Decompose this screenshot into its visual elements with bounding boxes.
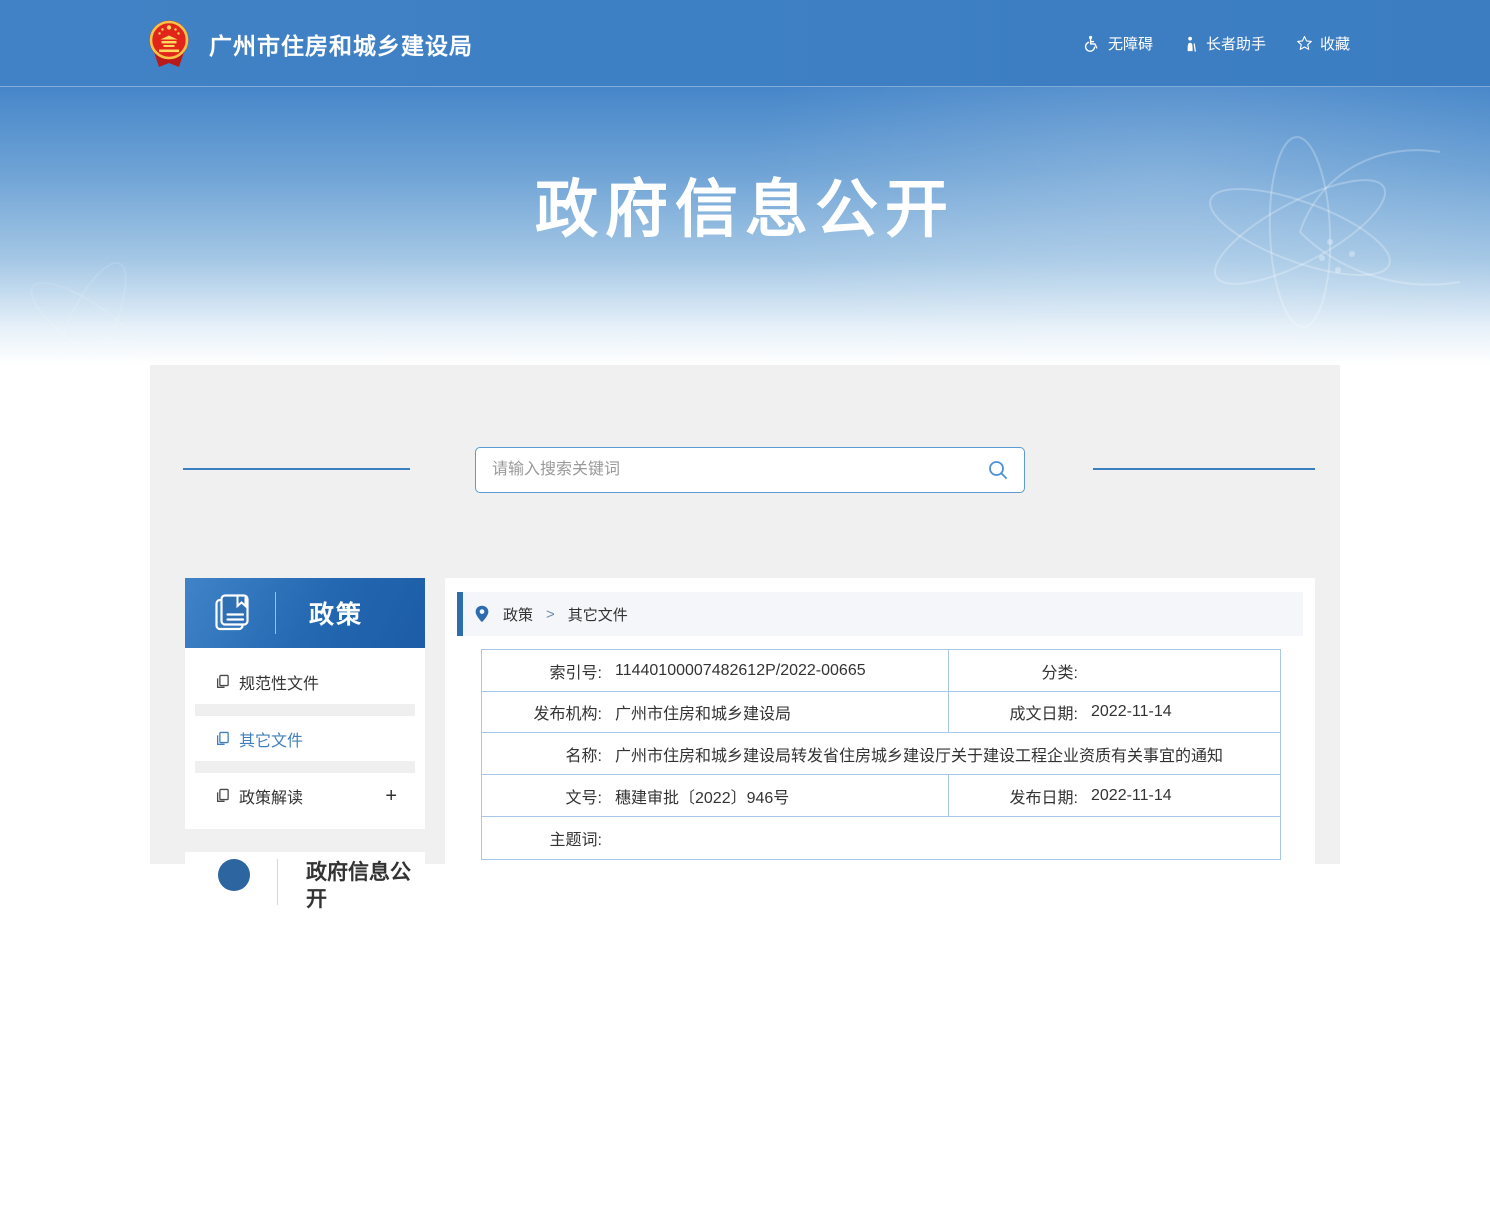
table-cell: 索引号: 11440100007482612P/2022-00665 [482,650,948,691]
document-icon [215,731,230,746]
search-button[interactable] [972,448,1024,492]
table-cell: 名称: 广州市住房和城乡建设局转发省住房城乡建设厅关于建设工程企业资质有关事宜的… [482,733,1280,774]
divider [195,704,415,716]
breadcrumb-accent-bar [457,592,463,636]
breadcrumb-item-current: 其它文件 [568,604,628,625]
field-value: 11440100007482612P/2022-00665 [602,662,866,680]
content-container: 政策 规范性文件 其它文件 [150,365,1340,864]
sidebar-section-gov-info[interactable]: 政府信息公开 [185,852,425,916]
field-label: 发布机构: [482,700,602,724]
table-cell: 成文日期: 2022-11-14 [948,692,1280,732]
divider [277,859,278,905]
site-brand[interactable]: 广州市住房和城乡建设局 [148,0,473,87]
sidebar-item-normative-documents[interactable]: 规范性文件 [195,659,415,704]
sidebar-item-label: 规范性文件 [239,670,319,694]
table-cell: 文号: 穗建审批〔2022〕946号 [482,775,948,816]
breadcrumb: 政策 > 其它文件 [457,592,1303,636]
sidebar-section-title: 政府信息公开 [306,859,418,914]
field-value: 2022-11-14 [1078,703,1172,721]
decorative-line-right [1093,468,1315,470]
star-icon [1296,35,1313,52]
table-row-index-number: 索引号: 11440100007482612P/2022-00665 分类: [482,650,1280,691]
elder-assistant-link[interactable]: 长者助手 [1183,33,1266,54]
breadcrumb-separator: > [546,606,555,623]
table-cell: 分类: [948,650,1280,691]
field-value: 广州市住房和城乡建设局 [602,700,791,724]
book-icon [210,591,254,635]
favorite-label: 收藏 [1320,33,1350,54]
field-label: 名称: [482,742,602,766]
table-cell: 发布日期: 2022-11-14 [948,775,1280,816]
top-header-bar: 广州市住房和城乡建设局 无障碍 长者助手 收藏 [0,0,1490,87]
location-pin-icon [475,605,489,623]
sidebar-menu: 规范性文件 其它文件 政策解读 + [185,648,425,829]
field-label: 文号: [482,784,602,808]
table-row-document-name: 名称: 广州市住房和城乡建设局转发省住房城乡建设厅关于建设工程企业资质有关事宜的… [482,732,1280,774]
divider [275,592,276,634]
sidebar-section-title: 政策 [309,595,363,631]
wheelchair-icon [1084,35,1101,52]
sidebar-item-other-documents[interactable]: 其它文件 [195,716,415,761]
divider [195,761,415,773]
sidebar-item-label: 其它文件 [239,727,303,751]
field-label: 分类: [949,659,1078,683]
table-cell: 发布机构: 广州市住房和城乡建设局 [482,692,948,732]
document-icon [215,674,230,689]
page-title: 政府信息公开 [0,159,1490,250]
sidebar-item-policy-interpretation[interactable]: 政策解读 + [195,773,415,818]
search-input[interactable] [476,448,972,492]
elder-assistant-label: 长者助手 [1206,33,1266,54]
decorative-line-left [183,468,410,470]
document-icon [215,788,230,803]
table-row-issuing-agency: 发布机构: 广州市住房和城乡建设局 成文日期: 2022-11-14 [482,691,1280,732]
top-utility-links: 无障碍 长者助手 收藏 [1084,0,1350,87]
sidebar-item-label: 政策解读 [239,784,303,808]
table-row-keywords: 主题词: [482,816,1280,859]
banner: 政府信息公开 [0,87,1490,365]
field-label: 成文日期: [949,700,1078,724]
site-title: 广州市住房和城乡建设局 [209,27,473,61]
table-cell: 主题词: [482,817,1280,859]
sidebar: 政策 规范性文件 其它文件 [185,578,425,916]
field-value: 广州市住房和城乡建设局转发省住房城乡建设厅关于建设工程企业资质有关事宜的通知 [602,742,1223,766]
field-label: 索引号: [482,659,602,683]
national-emblem-logo [148,19,190,69]
sidebar-section-policy[interactable]: 政策 [185,578,425,648]
search-icon [986,458,1010,482]
accessibility-label: 无障碍 [1108,33,1153,54]
field-label: 发布日期: [949,784,1078,808]
content-panel: 政策 > 其它文件 索引号: 11440100007482612P/2022-0… [445,578,1315,1229]
field-value: 2022-11-14 [1078,787,1172,805]
field-label: 主题词: [482,826,602,850]
field-value: 穗建审批〔2022〕946号 [602,784,789,808]
table-row-document-number: 文号: 穗建审批〔2022〕946号 发布日期: 2022-11-14 [482,774,1280,816]
search-box [475,447,1025,493]
document-detail-table: 索引号: 11440100007482612P/2022-00665 分类: 发… [481,649,1281,860]
breadcrumb-item-policy[interactable]: 政策 [503,604,533,625]
favorite-link[interactable]: 收藏 [1296,33,1350,54]
expand-plus-icon[interactable]: + [385,786,397,806]
accessibility-link[interactable]: 无障碍 [1084,33,1153,54]
elder-assistant-icon [1183,36,1199,52]
